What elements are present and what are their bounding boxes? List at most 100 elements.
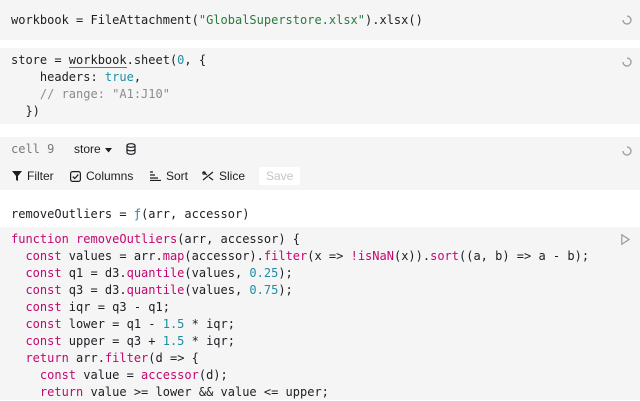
code-token: (x => <box>307 249 351 263</box>
code-token: (x)). <box>393 249 431 263</box>
code-token: ƒ <box>133 207 142 221</box>
cell-workbook[interactable]: workbook = FileAttachment("GlobalSuperst… <box>0 0 640 40</box>
code-line[interactable]: const upper = q3 + 1.5 * iqr; <box>11 333 235 350</box>
code-token: // range: "A1:J10" <box>11 87 170 101</box>
cell-remove-outliers[interactable]: function removeOutliers(arr, accessor) {… <box>0 227 640 400</box>
code-token: sort <box>430 249 459 263</box>
code-token: map <box>162 249 185 263</box>
code-token: "GlobalSuperstore.xlsx" <box>198 13 366 27</box>
code-token: 0.75 <box>249 283 279 297</box>
code-token: const <box>11 266 69 280</box>
code-line[interactable]: workbook = FileAttachment("GlobalSuperst… <box>11 12 423 29</box>
code-token: filter <box>263 249 308 263</box>
code-token: (arr, accessor) { <box>177 232 301 246</box>
code-token: (arr, accessor) <box>141 207 250 221</box>
spinner-icon <box>622 146 632 156</box>
code-token: workbook <box>68 53 127 68</box>
columns-button[interactable]: Columns <box>70 169 133 183</box>
code-token: const <box>11 283 69 297</box>
code-token: .sheet( <box>126 53 178 67</box>
spinner-icon <box>622 15 632 25</box>
code-token: 1.5 <box>162 334 185 348</box>
columns-label: Columns <box>86 169 134 183</box>
code-token: }) <box>11 104 40 118</box>
code-token: removeOutliers <box>76 232 178 246</box>
code-token: const <box>11 368 84 382</box>
code-line[interactable]: store = workbook.sheet(0, { <box>11 52 206 69</box>
code-token: return <box>11 351 77 365</box>
chevron-down-icon <box>104 142 112 156</box>
code-token: accessor <box>141 368 199 382</box>
code-token: , <box>133 70 142 84</box>
code-token: value >= lower && value <= upper; <box>90 385 329 399</box>
code-token: (accessor). <box>184 249 264 263</box>
code-token: function <box>11 232 77 246</box>
sort-icon <box>150 171 161 181</box>
code-token: ((a, b) => a - b); <box>459 249 590 263</box>
code-token: !isNaN <box>350 249 394 263</box>
code-line[interactable]: function removeOutliers(arr, accessor) { <box>11 231 300 248</box>
code-line[interactable]: return value >= lower && value <= upper; <box>11 384 329 401</box>
code-token: filter <box>104 351 149 365</box>
code-token: arr. <box>76 351 105 365</box>
code-line[interactable]: const iqr = q3 - q1; <box>11 299 170 316</box>
code-token: * iqr; <box>184 317 235 331</box>
code-token: const <box>11 300 69 314</box>
code-token: headers: <box>11 70 105 84</box>
code-line[interactable]: const value = accessor(d); <box>11 367 228 384</box>
code-token: true <box>104 70 134 84</box>
code-token: (d); <box>198 368 228 382</box>
code-token: 0.25 <box>249 266 279 280</box>
save-button[interactable]: Save <box>259 167 301 185</box>
code-token: const <box>11 317 69 331</box>
code-line[interactable]: const q3 = d3.quantile(values, 0.75); <box>11 282 293 299</box>
sort-button[interactable]: Sort <box>150 169 188 183</box>
code-token: value = <box>83 368 142 382</box>
code-line[interactable]: const lower = q1 - 1.5 * iqr; <box>11 316 235 333</box>
code-token: (values, <box>184 266 250 280</box>
code-token: (values, <box>184 283 250 297</box>
code-token: removeOutliers = <box>11 207 134 221</box>
code-token: ); <box>278 283 293 297</box>
data-table-toolbar: Filter Columns Sort Slice Save <box>0 163 640 190</box>
cell-store[interactable]: store = workbook.sheet(0, { headers: tru… <box>0 48 640 124</box>
slice-label: Slice <box>219 169 246 183</box>
code-token: const <box>11 249 69 263</box>
code-token: quantile <box>126 266 185 280</box>
code-token: const <box>11 334 69 348</box>
filter-button[interactable]: Filter <box>12 169 54 183</box>
code-line[interactable]: headers: true, <box>11 69 141 86</box>
code-token: ).xlsx() <box>365 13 423 27</box>
checkbox-icon <box>70 170 81 182</box>
code-token: store = <box>11 53 69 67</box>
code-token: , { <box>184 53 207 67</box>
code-token: lower = q1 - <box>68 317 163 331</box>
slice-button[interactable]: Slice <box>202 169 245 183</box>
code-line[interactable]: // range: "A1:J10" <box>11 86 170 103</box>
code-token: q3 = d3. <box>68 283 127 297</box>
code-token: q1 = d3. <box>68 266 127 280</box>
code-line[interactable]: }) <box>11 103 40 120</box>
cell-label: cell 9 <box>11 142 55 156</box>
code-token: 1.5 <box>162 317 185 331</box>
code-token: values = arr. <box>68 249 163 263</box>
code-token: return <box>11 385 91 399</box>
code-token: ); <box>278 266 293 280</box>
code-line[interactable]: return arr.filter(d => { <box>11 350 198 367</box>
code-token: quantile <box>126 283 185 297</box>
code-token: workbook = FileAttachment( <box>11 13 199 27</box>
code-token: upper = q3 + <box>68 334 163 348</box>
slice-icon <box>202 171 214 181</box>
code-token: iqr = q3 - q1; <box>68 300 170 314</box>
database-icon[interactable] <box>126 143 136 158</box>
table-source-select[interactable]: store <box>74 142 112 156</box>
sort-label: Sort <box>166 169 189 183</box>
code-line[interactable]: const values = arr.map(accessor).filter(… <box>11 248 589 265</box>
filter-icon <box>12 171 22 181</box>
code-token: * iqr; <box>184 334 235 348</box>
spinner-icon <box>622 57 632 67</box>
code-line[interactable]: const q1 = d3.quantile(values, 0.25); <box>11 265 293 282</box>
table-source-value: store <box>74 142 101 156</box>
filter-label: Filter <box>27 169 54 183</box>
play-icon[interactable] <box>621 233 631 248</box>
